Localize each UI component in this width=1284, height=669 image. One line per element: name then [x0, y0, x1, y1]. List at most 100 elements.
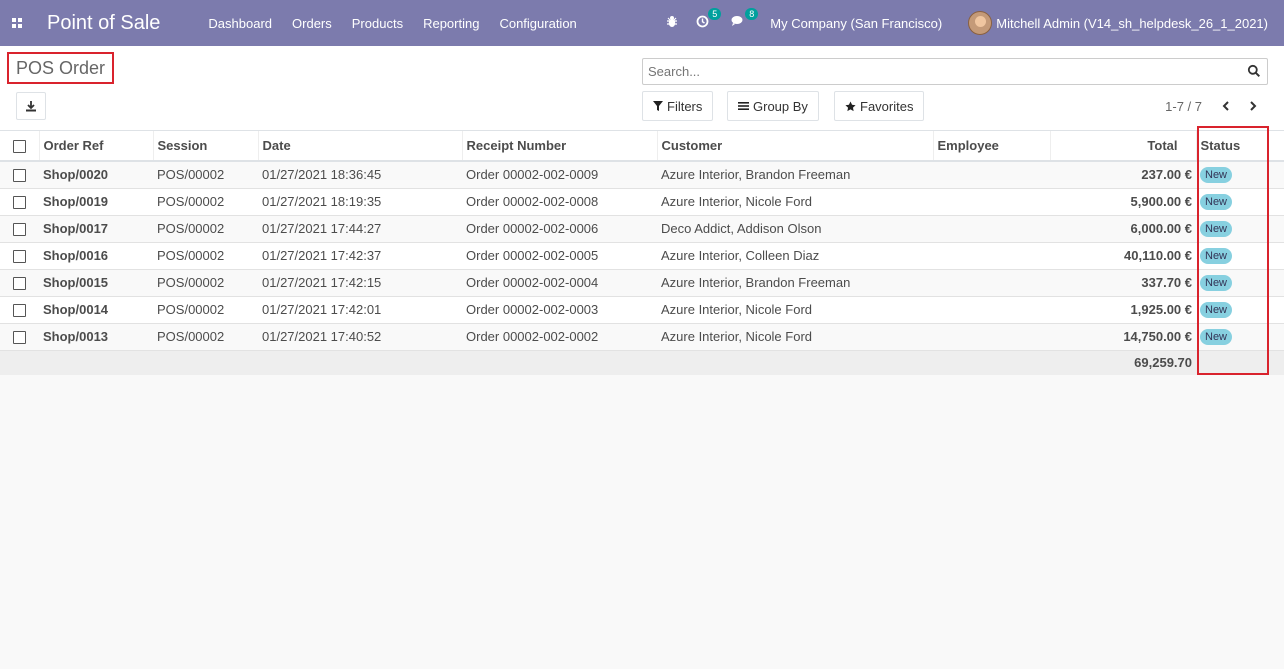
- column-date[interactable]: Date: [257, 131, 462, 162]
- bars-icon: [738, 102, 749, 110]
- cell-receipt-number: Order 00002-002-0004: [462, 269, 657, 297]
- row-checkbox[interactable]: [13, 250, 26, 264]
- apps-menu-icon[interactable]: [0, 0, 34, 46]
- cell-total: 337.70 €: [1050, 269, 1196, 297]
- activity-icon[interactable]: 5: [696, 8, 722, 31]
- cell-customer: Azure Interior, Brandon Freeman: [657, 161, 933, 189]
- row-checkbox[interactable]: [13, 331, 26, 345]
- company-switcher[interactable]: My Company (San Francisco): [770, 16, 942, 31]
- page-title: POS Order: [7, 52, 115, 84]
- control-panel: POS Order Filters Group By Favorites 1-7…: [0, 46, 1284, 131]
- group-by-button[interactable]: Group By: [727, 91, 819, 121]
- search-icon[interactable]: [1247, 64, 1261, 78]
- select-all-checkbox[interactable]: [12, 140, 26, 154]
- menu-orders[interactable]: Orders: [292, 16, 332, 31]
- row-checkbox[interactable]: [13, 277, 26, 291]
- favorites-button[interactable]: Favorites: [834, 91, 925, 121]
- cell-session: POS/00002: [153, 269, 258, 297]
- cell-order-ref: Shop/0015: [39, 269, 153, 297]
- status-badge: New: [1200, 329, 1233, 345]
- bug-icon[interactable]: [666, 15, 678, 31]
- cell-session: POS/00002: [153, 323, 258, 351]
- cell-date: 01/27/2021 17:42:01: [258, 296, 462, 324]
- user-menu[interactable]: Mitchell Admin (V14_sh_helpdesk_26_1_202…: [996, 16, 1268, 31]
- column-customer[interactable]: Customer: [656, 131, 933, 162]
- cell-customer: Azure Interior, Nicole Ford: [657, 296, 933, 324]
- status-badge: New: [1200, 275, 1233, 291]
- row-checkbox[interactable]: [13, 304, 26, 318]
- column-receipt-number[interactable]: Receipt Number: [461, 131, 657, 162]
- app-brand[interactable]: Point of Sale: [47, 12, 160, 35]
- cell-order-ref: Shop/0014: [39, 296, 153, 324]
- cell-total: 5,900.00 €: [1050, 188, 1196, 216]
- status-badge: New: [1200, 248, 1233, 264]
- column-employee[interactable]: Employee: [932, 131, 1050, 162]
- row-checkbox[interactable]: [13, 223, 26, 237]
- user-avatar[interactable]: [968, 11, 993, 35]
- cell-total: 1,925.00 €: [1050, 296, 1196, 324]
- download-icon: [26, 101, 36, 112]
- filters-button[interactable]: Filters: [642, 91, 714, 121]
- row-checkbox[interactable]: [13, 196, 26, 210]
- pager-next-icon[interactable]: [1243, 96, 1263, 116]
- cell-employee: [933, 269, 1050, 297]
- cell-receipt-number: Order 00002-002-0009: [462, 161, 657, 189]
- cell-receipt-number: Order 00002-002-0003: [462, 296, 657, 324]
- cell-total: 237.00 €: [1050, 161, 1196, 189]
- cell-employee: [933, 161, 1050, 189]
- menu-products[interactable]: Products: [352, 16, 403, 31]
- menu-reporting[interactable]: Reporting: [423, 16, 479, 31]
- table-row[interactable]: Shop/0019 POS/00002 01/27/2021 18:19:35 …: [0, 188, 1284, 216]
- filters-label: Filters: [667, 98, 703, 114]
- cell-customer: Azure Interior, Nicole Ford: [657, 323, 933, 351]
- table-row[interactable]: Shop/0014 POS/00002 01/27/2021 17:42:01 …: [0, 296, 1284, 324]
- table-row[interactable]: Shop/0020 POS/00002 01/27/2021 18:36:45 …: [0, 161, 1284, 189]
- table-row[interactable]: Shop/0017 POS/00002 01/27/2021 17:44:27 …: [0, 215, 1284, 243]
- column-session[interactable]: Session: [152, 131, 258, 162]
- cell-order-ref: Shop/0019: [39, 188, 153, 216]
- cell-order-ref: Shop/0017: [39, 215, 153, 243]
- search-input[interactable]: [643, 59, 1233, 84]
- cell-date: 01/27/2021 17:44:27: [258, 215, 462, 243]
- cell-customer: Deco Addict, Addison Olson: [657, 215, 933, 243]
- cell-customer: Azure Interior, Brandon Freeman: [657, 269, 933, 297]
- order-list: Order Ref Session Date Receipt Number Cu…: [0, 131, 1284, 375]
- menu-dashboard[interactable]: Dashboard: [208, 16, 272, 31]
- cell-order-ref: Shop/0013: [39, 323, 153, 351]
- favorites-label: Favorites: [860, 98, 914, 114]
- cell-total: 40,110.00 €: [1050, 242, 1196, 270]
- table-header: Order Ref Session Date Receipt Number Cu…: [0, 131, 1284, 162]
- cell-customer: Azure Interior, Nicole Ford: [657, 188, 933, 216]
- export-button[interactable]: [16, 92, 46, 120]
- table-row[interactable]: Shop/0016 POS/00002 01/27/2021 17:42:37 …: [0, 242, 1284, 270]
- column-order-ref[interactable]: Order Ref: [38, 131, 153, 162]
- table-footer: 69,259.70: [0, 350, 1284, 375]
- cell-employee: [933, 188, 1050, 216]
- footer-total: 69,259.70: [1050, 350, 1196, 375]
- cell-session: POS/00002: [153, 215, 258, 243]
- row-checkbox[interactable]: [13, 169, 26, 183]
- messages-icon[interactable]: 8: [731, 8, 759, 31]
- cell-total: 6,000.00 €: [1050, 215, 1196, 243]
- table-row[interactable]: Shop/0015 POS/00002 01/27/2021 17:42:15 …: [0, 269, 1284, 297]
- cell-session: POS/00002: [153, 161, 258, 189]
- column-status[interactable]: Status: [1195, 131, 1284, 162]
- cell-total: 14,750.00 €: [1050, 323, 1196, 351]
- cell-session: POS/00002: [153, 296, 258, 324]
- menu-configuration[interactable]: Configuration: [499, 16, 576, 31]
- cell-session: POS/00002: [153, 188, 258, 216]
- cell-session: POS/00002: [153, 242, 258, 270]
- group-by-label: Group By: [753, 98, 808, 114]
- table-row[interactable]: Shop/0013 POS/00002 01/27/2021 17:40:52 …: [0, 323, 1284, 351]
- pager-previous-icon[interactable]: [1216, 96, 1236, 116]
- cell-employee: [933, 296, 1050, 324]
- cell-employee: [933, 215, 1050, 243]
- pager-value[interactable]: 1-7 / 7: [1165, 99, 1202, 114]
- cell-receipt-number: Order 00002-002-0008: [462, 188, 657, 216]
- cell-receipt-number: Order 00002-002-0005: [462, 242, 657, 270]
- status-badge: New: [1200, 221, 1233, 237]
- cell-date: 01/27/2021 18:36:45: [258, 161, 462, 189]
- top-navbar: Point of Sale Dashboard Orders Products …: [0, 0, 1284, 46]
- column-total[interactable]: Total: [1049, 131, 1196, 162]
- cell-date: 01/27/2021 17:40:52: [258, 323, 462, 351]
